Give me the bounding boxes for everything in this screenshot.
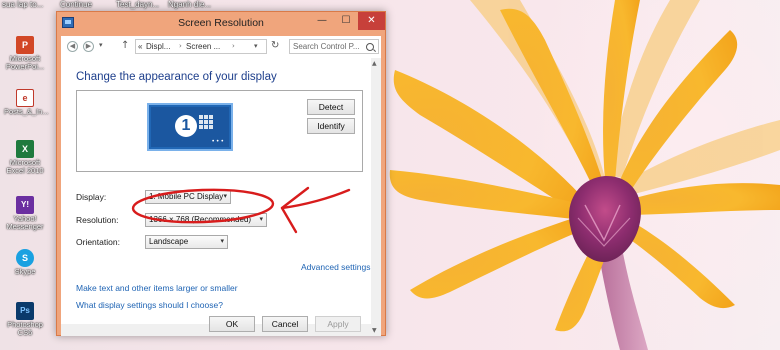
desktop-top-label[interactable]: Nganh die...	[168, 0, 211, 9]
close-button[interactable]: ✕	[358, 12, 385, 30]
recent-pages-chevron-icon[interactable]: ▾	[99, 41, 103, 49]
desktop-icon-skype[interactable]: S Skype	[4, 249, 46, 276]
orientation-select-value: Landscape	[149, 237, 189, 246]
page-title: Change the appearance of your display	[76, 71, 277, 83]
minimize-button[interactable]: —	[310, 12, 334, 30]
main-content: Change the appearance of your display 1 …	[61, 58, 371, 324]
address-bar: ◀ ▶ ▾ ↑ « Displ... › Screen ... › ▾ ↻	[61, 36, 381, 58]
text-size-link[interactable]: Make text and other items larger or smal…	[76, 283, 238, 293]
desktop-top-label[interactable]: sua lap to...	[2, 0, 43, 9]
breadcrumb-display[interactable]: Displ...	[146, 42, 170, 51]
desktop-icon-label: Microsoft Excel 2010	[6, 158, 44, 175]
desktop-icon-label: Yahoo! Messenger	[6, 214, 44, 231]
search-box[interactable]	[289, 39, 379, 54]
chevron-right-icon[interactable]: ›	[179, 42, 182, 50]
yahoo-messenger-icon: Y!	[16, 196, 34, 214]
monitor-number: 1	[175, 115, 197, 137]
dots-icon: •••	[211, 138, 225, 145]
resolution-select[interactable]: 1366 × 768 (Recommended) ▾	[145, 213, 267, 227]
orientation-select[interactable]: Landscape ▾	[145, 235, 228, 249]
breadcrumb-overflow[interactable]: «	[138, 42, 142, 51]
skype-icon: S	[16, 249, 34, 267]
breadcrumb-screen-resolution[interactable]: Screen ...	[186, 42, 220, 51]
apply-button[interactable]: Apply	[315, 316, 361, 332]
grid-icon	[199, 115, 213, 129]
powerpoint-icon: P	[16, 36, 34, 54]
desktop-icon-label: Microsoft PowerPoi...	[5, 54, 45, 71]
up-arrow-icon[interactable]: ↑	[121, 40, 129, 51]
monitor-screen: 1 •••	[151, 107, 229, 147]
photoshop-icon: Ps	[16, 302, 34, 320]
title-bar[interactable]: Screen Resolution — ☐ ✕	[57, 12, 385, 36]
display-preview: 1 ••• Detect Identify	[76, 90, 363, 172]
chevron-down-icon: ▾	[223, 193, 227, 200]
forward-arrow-icon[interactable]: ▶	[83, 41, 94, 52]
search-input[interactable]	[293, 41, 363, 52]
desktop-top-label[interactable]: Continue	[60, 0, 92, 9]
desktop-icon-photoshop[interactable]: Ps Photoshop CS6	[4, 302, 46, 337]
vertical-scrollbar[interactable]: ▲ ▼	[371, 58, 381, 336]
identify-button[interactable]: Identify	[307, 118, 355, 134]
desktop-icon-label: Skype	[14, 267, 36, 276]
address-history-chevron-icon[interactable]: ▾	[254, 42, 258, 50]
screen-resolution-window: Screen Resolution — ☐ ✕ ◀ ▶ ▾ ↑ « Displ.…	[56, 11, 386, 336]
excel-icon: X	[16, 140, 34, 158]
chevron-down-icon: ▾	[259, 216, 263, 223]
advanced-settings-link[interactable]: Advanced settings	[301, 262, 370, 272]
breadcrumb[interactable]: « Displ... › Screen ... › ▾	[135, 39, 267, 54]
scroll-up-icon[interactable]: ▲	[372, 60, 377, 67]
refresh-icon[interactable]: ↻	[271, 40, 279, 51]
search-icon[interactable]	[366, 43, 374, 51]
orientation-label: Orientation:	[76, 237, 120, 247]
desktop-icon-posts[interactable]: e Posts_&_In...	[4, 89, 49, 116]
display-select-value: 1. Mobile PC Display	[149, 192, 224, 201]
chevron-right-icon[interactable]: ›	[232, 42, 235, 50]
detect-button[interactable]: Detect	[307, 99, 355, 115]
display-label: Display:	[76, 192, 107, 202]
desktop-icon-excel[interactable]: X Microsoft Excel 2010	[4, 140, 46, 175]
desktop-icon-label: Photoshop CS6	[7, 320, 43, 337]
chevron-down-icon: ▾	[220, 238, 224, 245]
scroll-down-icon[interactable]: ▼	[372, 327, 377, 334]
desktop-icon-yahoo[interactable]: Y! Yahoo! Messenger	[4, 196, 46, 231]
display-settings-help-link[interactable]: What display settings should I choose?	[76, 300, 223, 310]
resolution-select-value: 1366 × 768 (Recommended)	[149, 215, 252, 224]
pdf-document-icon: e	[16, 89, 34, 107]
resolution-label: Resolution:	[76, 215, 119, 225]
desktop-icon-label: Posts_&_In...	[4, 107, 49, 116]
monitor-1-thumbnail[interactable]: 1 •••	[147, 103, 233, 151]
maximize-button[interactable]: ☐	[334, 12, 358, 30]
cancel-button[interactable]: Cancel	[262, 316, 308, 332]
desktop-top-label[interactable]: Test_dayn...	[116, 0, 159, 9]
ok-button[interactable]: OK	[209, 316, 255, 332]
desktop-icon-powerpoint[interactable]: P Microsoft PowerPoi...	[4, 36, 46, 71]
display-select[interactable]: 1. Mobile PC Display ▾	[145, 190, 231, 204]
back-arrow-icon[interactable]: ◀	[67, 41, 78, 52]
